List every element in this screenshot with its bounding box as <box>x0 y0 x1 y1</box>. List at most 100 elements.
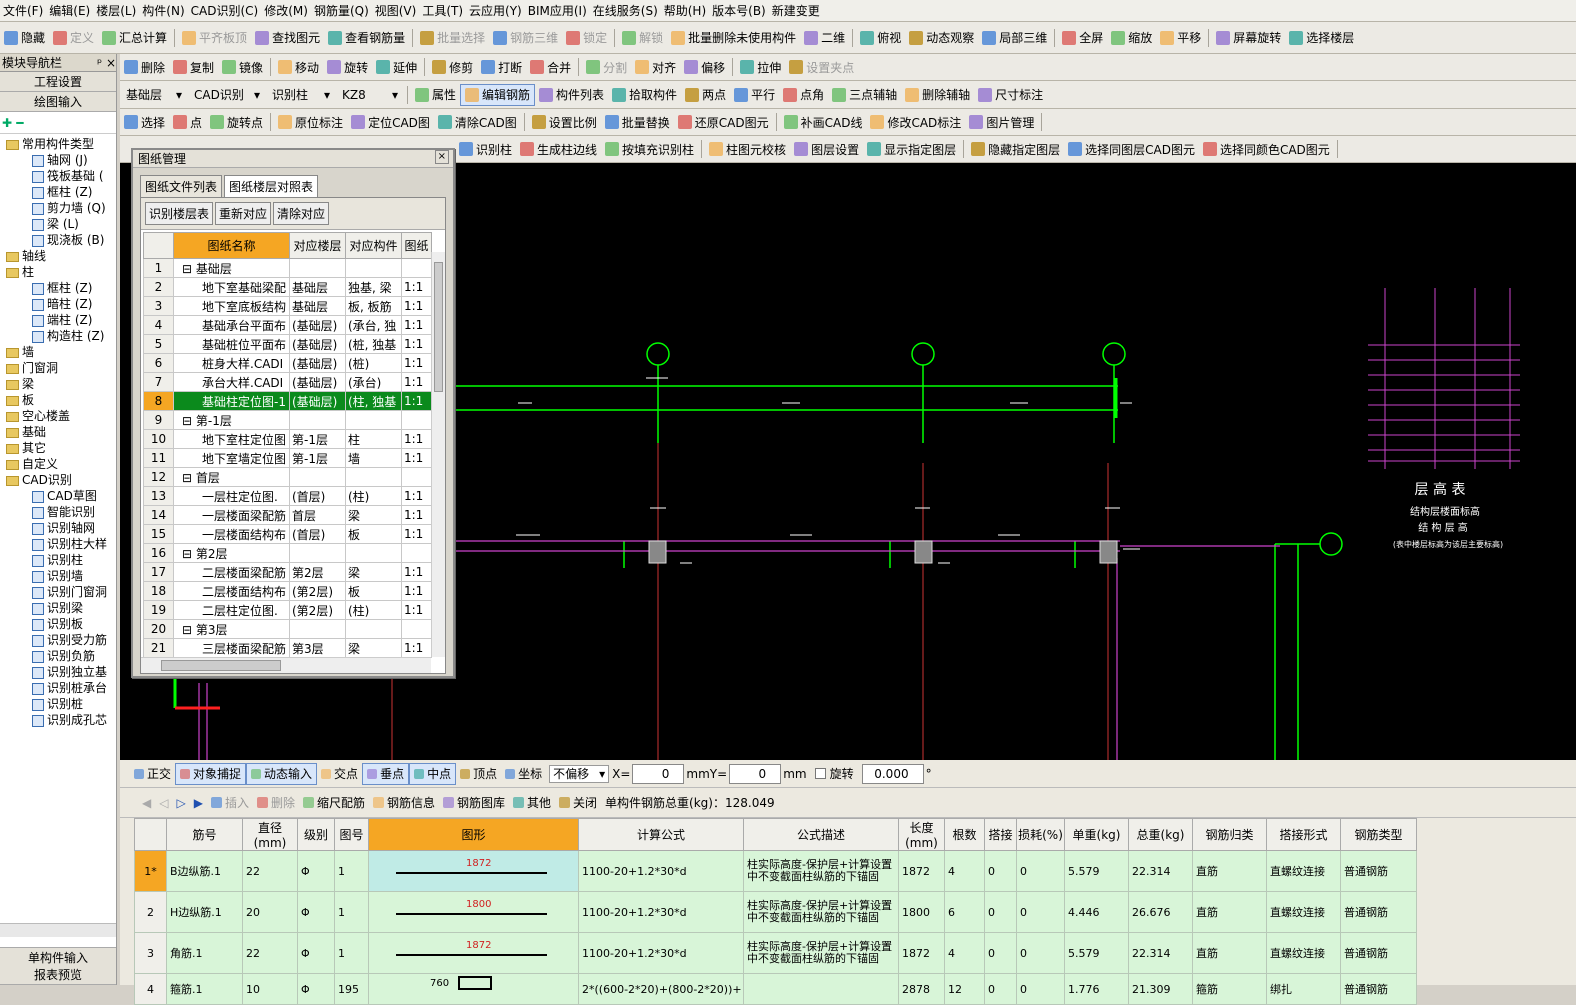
floor-map-cell[interactable]: 第2层 <box>289 562 346 582</box>
rebar-cell-formula[interactable]: 2*((600-2*20)+(800-2*20))+ <box>578 973 744 1005</box>
tb5-item-5[interactable]: 显示指定图层 <box>863 138 960 160</box>
tree-item-0[interactable]: 常用构件类型 <box>0 136 116 152</box>
floor-map-cell[interactable] <box>345 258 402 278</box>
rebar-cell-cls[interactable]: 直筋 <box>1192 891 1267 933</box>
snap-toggle-4[interactable]: 垂点 <box>362 762 410 785</box>
floor-map-cell[interactable]: (基础层) <box>289 391 346 411</box>
floor-map-cell[interactable]: (首层) <box>289 524 346 544</box>
rebar-cell-lapform[interactable]: 直螺纹连接 <box>1266 850 1341 892</box>
floor-map-cell[interactable] <box>289 410 346 430</box>
rebar-cell-unit[interactable]: 4.446 <box>1064 891 1129 933</box>
table-hscrollbar[interactable] <box>141 657 431 673</box>
tree-item-2[interactable]: 筏板基础 ( <box>0 168 116 184</box>
rebar-tool-4[interactable]: 钢筋图库 <box>439 792 509 814</box>
tb2-item-1[interactable]: 复制 <box>169 56 218 78</box>
rebar-cell-cls[interactable]: 箍筋 <box>1192 973 1267 1005</box>
floor-map-cell[interactable]: 板 <box>345 524 402 544</box>
tb1-item-13[interactable]: 动态观察 <box>905 27 978 49</box>
floor-map-cell[interactable] <box>401 467 432 487</box>
rebar-row[interactable]: 2 H边纵筋.1 20 Φ 1 1800 1100-20+1.2*30*d 柱实际高度-保护层… <box>134 891 1417 933</box>
rebar-col-header-2[interactable]: 级别 <box>297 818 335 851</box>
floor-map-cell[interactable] <box>401 258 432 278</box>
menu-item-4[interactable]: CAD识别(C) <box>188 2 262 19</box>
tb1-item-12[interactable]: 俯视 <box>856 27 905 49</box>
tb4-item-3[interactable]: 原位标注 <box>274 111 347 133</box>
angle-input[interactable]: 0.000 <box>861 763 924 784</box>
rebar-col-header-3[interactable]: 图号 <box>334 818 369 851</box>
floor-map-cell[interactable]: 1:1 <box>401 562 432 582</box>
rebar-cell-lap[interactable]: 0 <box>984 932 1017 974</box>
rebar-cell-desc[interactable]: 柱实际高度-保护层+计算设置中不变截面柱纵筋的下锚固 <box>743 932 899 974</box>
floor-map-row[interactable]: 14 一层楼面梁配筋 首层梁 1:1 <box>143 505 432 525</box>
floor-map-cell[interactable]: 板, 板筋 <box>345 296 402 316</box>
tab-drawing-floor-map[interactable]: 图纸楼层对照表 <box>224 175 319 197</box>
floor-map-row[interactable]: 1 ⊟ 基础层 <box>143 258 432 278</box>
rebar-cell-lap[interactable]: 0 <box>984 891 1017 933</box>
floor-map-row[interactable]: 16 ⊟ 第2层 <box>143 543 432 563</box>
floor-map-cell[interactable]: 1:1 <box>401 524 432 544</box>
floor-map-cell[interactable]: 地下室底板结构 <box>173 296 290 316</box>
rebar-cell-length[interactable]: 2878 <box>898 973 945 1005</box>
tb3-item-6[interactable]: 点角 <box>779 84 828 106</box>
tb1-item-18[interactable]: 屏幕旋转 <box>1212 27 1285 49</box>
floor-map-row[interactable]: 21 三层楼面梁配筋 第3层梁 1:1 <box>143 638 432 658</box>
single-component-input-button[interactable]: 单构件输入 <box>0 947 116 967</box>
floor-map-cell[interactable]: 1:1 <box>401 429 432 449</box>
rebar-col-header-0[interactable]: 筋号 <box>166 818 243 851</box>
floor-map-cell[interactable]: 三层楼面梁配筋 <box>173 638 290 658</box>
tb1-item-17[interactable]: 平移 <box>1156 27 1205 49</box>
rebar-cell-desc[interactable]: 柱实际高度-保护层+计算设置中不变截面柱纵筋的下锚固 <box>743 891 899 933</box>
tb3-item-8[interactable]: 删除辅轴 <box>901 84 974 106</box>
floor-map-cell[interactable]: 第-1层 <box>289 429 346 449</box>
rebar-cell-length[interactable]: 1872 <box>898 850 945 892</box>
rebar-cell-cls[interactable]: 直筋 <box>1192 850 1267 892</box>
rebar-cell-desc[interactable]: 柱实际高度-保护层+计算设置中不变截面柱纵筋的下锚固 <box>743 850 899 892</box>
floor-map-cell[interactable]: 1:1 <box>401 505 432 525</box>
rebar-row[interactable]: 4 箍筋.1 10 Φ 195 760 2*((600-2*20)+(800-2*20))+… <box>134 973 1417 1005</box>
floor-map-cell[interactable] <box>401 410 432 430</box>
close-icon[interactable]: × <box>434 150 449 164</box>
floor-map-cell[interactable]: ⊟ 首层 <box>173 467 290 487</box>
floor-map-cell[interactable]: 梁 <box>345 638 402 658</box>
rebar-cell-fig[interactable]: 1 <box>334 891 369 933</box>
tb4-item-8[interactable]: 还原CAD图元 <box>674 111 773 133</box>
rebar-cell-count[interactable]: 6 <box>944 891 985 933</box>
floor-map-cell[interactable]: ⊟ 第-1层 <box>173 410 290 430</box>
rebar-tool-6[interactable]: 关闭 <box>555 792 601 814</box>
floor-map-cell[interactable]: 二层楼面结构布 <box>173 581 290 601</box>
table-vscrollbar[interactable] <box>431 252 445 657</box>
tree-item-1[interactable]: 轴网 (J) <box>0 152 116 168</box>
floor-map-row[interactable]: 10 地下室柱定位图 第-1层柱 1:1 <box>143 429 432 449</box>
floor-map-cell[interactable]: (基础层) <box>289 334 346 354</box>
rebar-tool-5[interactable]: 其他 <box>509 792 555 814</box>
rematch-button[interactable]: 重新对应 <box>215 202 272 225</box>
tree-item-31[interactable]: 识别受力筋 <box>0 632 116 648</box>
rebar-cell-loss[interactable]: 0 <box>1016 932 1065 974</box>
tb1-item-1[interactable]: 定义 <box>49 27 98 49</box>
tb3-item-0[interactable]: 属性 <box>411 84 460 106</box>
floor-map-cell[interactable]: 一层楼面结构布 <box>173 524 290 544</box>
floor-map-cell[interactable]: 1:1 <box>401 353 432 373</box>
menu-item-12[interactable]: 帮助(H) <box>661 2 709 19</box>
rebar-col-header-13[interactable]: 钢筋归类 <box>1192 818 1267 851</box>
tb1-item-9[interactable]: 解锁 <box>618 27 667 49</box>
floor-map-cell[interactable] <box>345 619 402 639</box>
rebar-tool-1[interactable]: 删除 <box>253 792 299 814</box>
rebar-tool-0[interactable]: 插入 <box>207 792 253 814</box>
floor-map-row[interactable]: 3 地下室底板结构 基础层 板, 板筋 1:1 <box>143 296 432 316</box>
collapse-icon[interactable]: ⊟ <box>182 262 196 276</box>
floor-map-cell[interactable]: 1:1 <box>401 486 432 506</box>
tb4-item-9[interactable]: 补画CAD线 <box>780 111 867 133</box>
tb3-item-1[interactable]: 编辑钢筋 <box>460 83 536 106</box>
collapse-icon[interactable]: ⊟ <box>182 471 196 485</box>
tree-item-29[interactable]: 识别梁 <box>0 600 116 616</box>
tb5-item-0[interactable]: 识别柱 <box>455 138 516 160</box>
floor-map-cell[interactable]: 1:1 <box>401 391 432 411</box>
rebar-row[interactable]: 1* B边纵筋.1 22 Φ 1 1872 1100-20+1.2*30*d 柱实际高度-保护… <box>134 850 1417 892</box>
rebar-cell-fig[interactable]: 1 <box>334 850 369 892</box>
floor-map-row[interactable]: 12 ⊟ 首层 <box>143 467 432 487</box>
floor-map-cell[interactable]: (桩, 独基 <box>345 334 402 354</box>
floor-map-cell[interactable] <box>345 410 402 430</box>
menu-item-10[interactable]: BIM应用(I) <box>525 2 590 19</box>
tree-item-6[interactable]: 现浇板 (B) <box>0 232 116 248</box>
